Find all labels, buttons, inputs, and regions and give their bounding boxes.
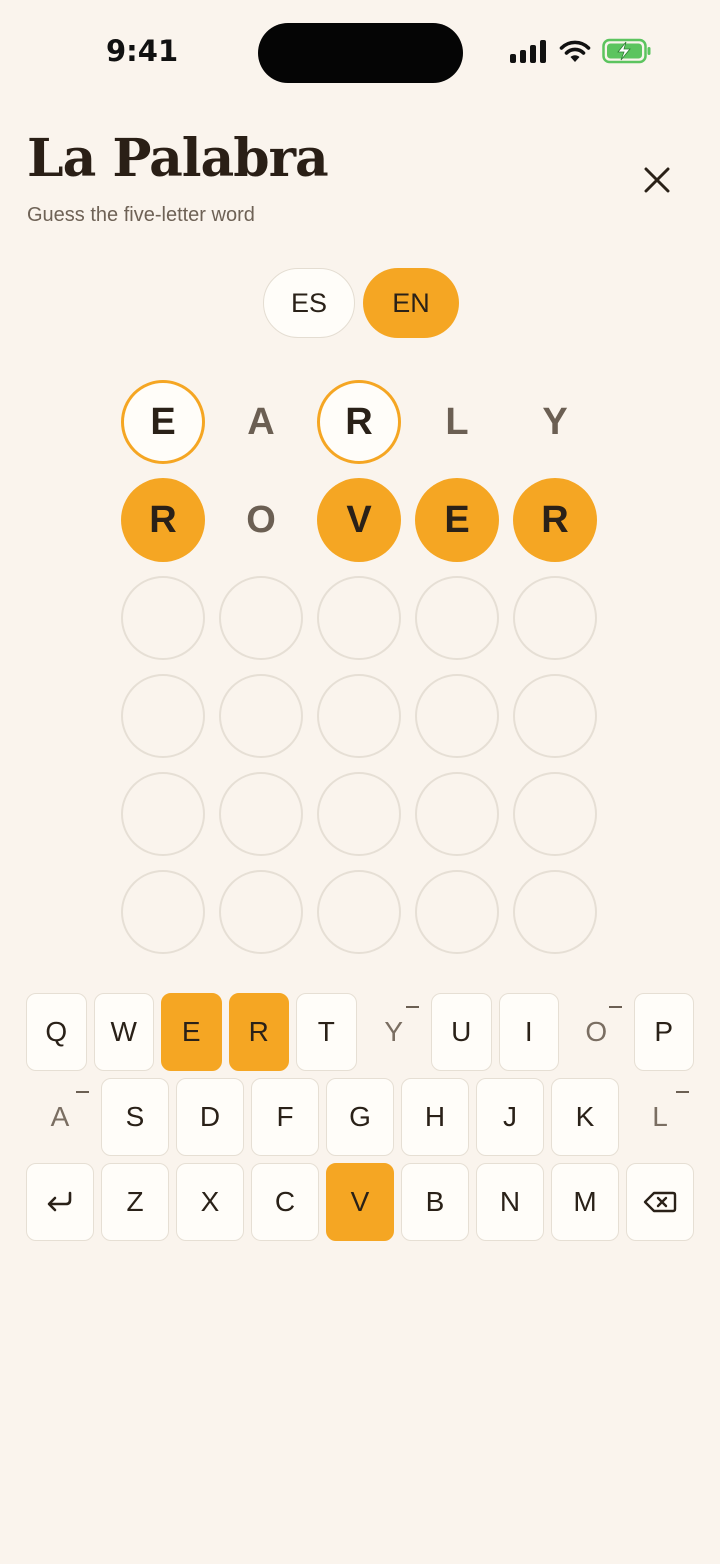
key-k[interactable]: K bbox=[551, 1078, 619, 1156]
keyboard-row: ASDFGHJKL bbox=[26, 1078, 694, 1156]
empty-tile bbox=[219, 674, 303, 758]
empty-tile bbox=[219, 870, 303, 954]
key-g[interactable]: G bbox=[326, 1078, 394, 1156]
letter-tile: V bbox=[317, 478, 401, 562]
dynamic-island bbox=[258, 23, 463, 83]
language-en-button[interactable]: EN bbox=[363, 268, 459, 338]
letter-tile: A bbox=[247, 400, 275, 443]
key-a[interactable]: A bbox=[26, 1078, 94, 1156]
signal-icon bbox=[510, 39, 546, 63]
key-c[interactable]: C bbox=[251, 1163, 319, 1241]
page-subtitle: Guess the five-letter word bbox=[27, 204, 255, 226]
letter-tile: Y bbox=[542, 400, 568, 443]
empty-tile bbox=[317, 576, 401, 660]
board-row bbox=[121, 674, 597, 758]
key-f[interactable]: F bbox=[251, 1078, 319, 1156]
language-es-button[interactable]: ES bbox=[263, 268, 355, 338]
board-row: ROVER bbox=[121, 478, 597, 562]
close-button[interactable] bbox=[632, 155, 682, 205]
status-bar: 9:41 bbox=[0, 0, 720, 110]
empty-tile bbox=[121, 772, 205, 856]
empty-tile bbox=[219, 576, 303, 660]
empty-tile bbox=[513, 870, 597, 954]
letter-tile: R bbox=[513, 478, 597, 562]
key-b[interactable]: B bbox=[401, 1163, 469, 1241]
empty-tile bbox=[415, 772, 499, 856]
empty-tile bbox=[121, 674, 205, 758]
enter-icon bbox=[44, 1190, 76, 1214]
key-i[interactable]: I bbox=[498, 993, 559, 1071]
guess-board: EARLYROVER bbox=[121, 380, 597, 968]
board-row bbox=[121, 772, 597, 856]
keyboard: QWERTYUIOPASDFGHJKLZXCVBNM bbox=[26, 993, 694, 1248]
empty-tile bbox=[317, 772, 401, 856]
key-y[interactable]: Y bbox=[364, 993, 425, 1071]
key-z[interactable]: Z bbox=[101, 1163, 169, 1241]
key-m[interactable]: M bbox=[551, 1163, 619, 1241]
key-v[interactable]: V bbox=[326, 1163, 394, 1241]
key-d[interactable]: D bbox=[176, 1078, 244, 1156]
close-icon bbox=[644, 167, 670, 193]
letter-tile: R bbox=[121, 478, 205, 562]
key-s[interactable]: S bbox=[101, 1078, 169, 1156]
key-n[interactable]: N bbox=[476, 1163, 544, 1241]
empty-tile bbox=[219, 772, 303, 856]
empty-tile bbox=[415, 870, 499, 954]
key-u[interactable]: U bbox=[431, 993, 492, 1071]
empty-tile bbox=[317, 870, 401, 954]
key-h[interactable]: H bbox=[401, 1078, 469, 1156]
backspace-icon bbox=[643, 1190, 677, 1214]
empty-tile bbox=[513, 576, 597, 660]
key-r[interactable]: R bbox=[228, 993, 289, 1071]
keyboard-row: ZXCVBNM bbox=[26, 1163, 694, 1241]
backspace-key[interactable] bbox=[626, 1163, 694, 1241]
empty-tile bbox=[415, 674, 499, 758]
empty-tile bbox=[415, 576, 499, 660]
letter-tile: E bbox=[121, 380, 205, 464]
empty-tile bbox=[121, 870, 205, 954]
empty-tile bbox=[513, 674, 597, 758]
letter-tile: O bbox=[246, 498, 276, 541]
board-row bbox=[121, 870, 597, 954]
page-title: La Palabra bbox=[27, 128, 329, 189]
board-row bbox=[121, 576, 597, 660]
key-e[interactable]: E bbox=[161, 993, 222, 1071]
empty-tile bbox=[121, 576, 205, 660]
key-q[interactable]: Q bbox=[26, 993, 87, 1071]
keyboard-row: QWERTYUIOP bbox=[26, 993, 694, 1071]
battery-charging-icon bbox=[602, 38, 651, 64]
key-w[interactable]: W bbox=[93, 993, 154, 1071]
key-t[interactable]: T bbox=[296, 993, 357, 1071]
status-time: 9:41 bbox=[106, 34, 179, 68]
empty-tile bbox=[513, 772, 597, 856]
key-x[interactable]: X bbox=[176, 1163, 244, 1241]
key-j[interactable]: J bbox=[476, 1078, 544, 1156]
letter-tile: R bbox=[317, 380, 401, 464]
status-icons bbox=[510, 38, 652, 64]
key-p[interactable]: P bbox=[633, 993, 694, 1071]
enter-key[interactable] bbox=[26, 1163, 94, 1241]
language-toggle: ES EN bbox=[263, 268, 459, 338]
letter-tile: L bbox=[445, 400, 469, 443]
board-row: EAR L Y bbox=[121, 380, 597, 464]
wifi-icon bbox=[559, 40, 591, 62]
letter-tile: E bbox=[415, 478, 499, 562]
key-o[interactable]: O bbox=[566, 993, 627, 1071]
empty-tile bbox=[317, 674, 401, 758]
key-l[interactable]: L bbox=[626, 1078, 694, 1156]
